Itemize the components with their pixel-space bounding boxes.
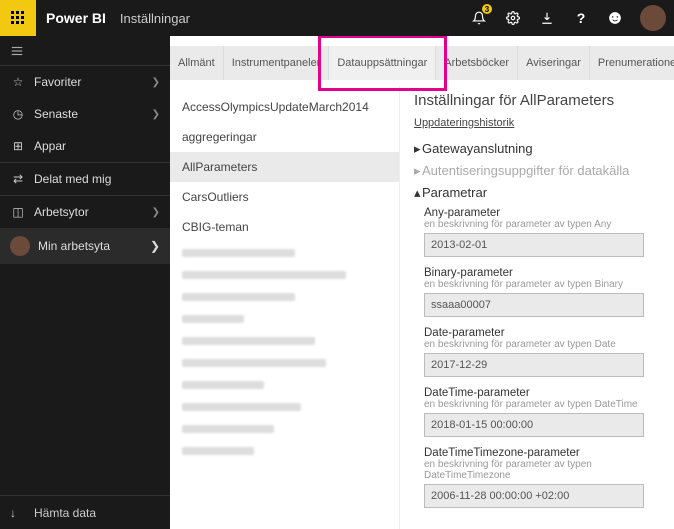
top-bar: Power BI Inställningar 3 ? bbox=[0, 0, 674, 36]
chevron-right-icon: ❯ bbox=[152, 77, 160, 88]
nav-label: Min arbetsyta bbox=[38, 239, 150, 253]
dataset-item-redacted bbox=[170, 374, 399, 396]
chevron-down-icon: ❯ bbox=[150, 239, 160, 253]
tab-datasets[interactable]: Datauppsättningar bbox=[329, 46, 436, 80]
tab-dashboards[interactable]: Instrumentpaneler bbox=[224, 46, 330, 80]
parameter-input[interactable] bbox=[424, 353, 644, 377]
dataset-item-redacted bbox=[170, 330, 399, 352]
nav-label: Senaste bbox=[34, 107, 152, 121]
nav-shared[interactable]: ⇄ Delat med mig bbox=[0, 163, 170, 195]
dataset-item-redacted bbox=[170, 286, 399, 308]
dataset-item[interactable]: AccessOlympicsUpdateMarch2014 bbox=[170, 92, 399, 122]
download-icon: ↓ bbox=[10, 506, 26, 520]
nav-label: Favoriter bbox=[34, 75, 152, 89]
chevron-right-icon: ❯ bbox=[152, 207, 160, 218]
dataset-item-redacted bbox=[170, 308, 399, 330]
dataset-item-redacted bbox=[170, 264, 399, 286]
notification-badge: 3 bbox=[482, 4, 492, 14]
caret-right-icon: ▸ bbox=[414, 141, 422, 157]
dataset-item[interactable]: aggregeringar bbox=[170, 122, 399, 152]
app-launcher[interactable] bbox=[0, 0, 36, 36]
dataset-item-redacted bbox=[170, 242, 399, 264]
workspace-icon: ◫ bbox=[10, 205, 26, 219]
dataset-item-redacted bbox=[170, 396, 399, 418]
tab-general[interactable]: Allmänt bbox=[170, 46, 224, 80]
dataset-item[interactable]: AllParameters bbox=[170, 152, 399, 182]
parameter-input[interactable] bbox=[424, 484, 644, 508]
parameter-row: DateTime-parameter en beskrivning för pa… bbox=[424, 387, 660, 437]
left-nav: ☆ Favoriter ❯ ◷ Senaste ❯ ⊞ Appar ⇄ Dela… bbox=[0, 36, 170, 529]
nav-label: Delat med mig bbox=[34, 172, 160, 186]
parameter-row: Any-parameter en beskrivning för paramet… bbox=[424, 207, 660, 257]
parameter-desc: en beskrivning för parameter av typen An… bbox=[424, 219, 660, 230]
settings-tabs: Allmänt Instrumentpaneler Datauppsättnin… bbox=[170, 46, 674, 80]
nav-favorites[interactable]: ☆ Favoriter ❯ bbox=[0, 66, 170, 98]
tab-workbooks[interactable]: Arbetsböcker bbox=[436, 46, 518, 80]
section-credentials[interactable]: ▸Autentiseringsuppgifter för datakälla bbox=[414, 163, 660, 179]
dataset-item-redacted bbox=[170, 352, 399, 374]
nav-label: Appar bbox=[34, 139, 160, 153]
download-button[interactable] bbox=[530, 0, 564, 36]
apps-icon: ⊞ bbox=[10, 139, 26, 153]
workspace-avatar bbox=[10, 236, 30, 256]
parameter-row: Date-parameter en beskrivning för parame… bbox=[424, 327, 660, 377]
parameter-name: DateTime-parameter bbox=[424, 387, 660, 399]
section-gateway[interactable]: ▸Gatewayanslutning bbox=[414, 141, 660, 157]
dataset-item-redacted bbox=[170, 418, 399, 440]
nav-my-workspace[interactable]: Min arbetsyta ❯ bbox=[0, 228, 170, 264]
dataset-item[interactable]: CarsOutliers bbox=[170, 182, 399, 212]
settings-button[interactable] bbox=[496, 0, 530, 36]
parameter-desc: en beskrivning för parameter av typen Da… bbox=[424, 399, 660, 410]
dataset-item-redacted bbox=[170, 440, 399, 462]
caret-right-icon: ▸ bbox=[414, 163, 422, 179]
parameter-name: DateTimeTimezone-parameter bbox=[424, 447, 660, 459]
refresh-history-link[interactable]: Uppdateringshistorik bbox=[414, 117, 514, 129]
parameter-desc: en beskrivning för parameter av typen Da… bbox=[424, 459, 660, 481]
tab-alerts[interactable]: Aviseringar bbox=[518, 46, 590, 80]
dataset-item[interactable]: CBIG-teman bbox=[170, 212, 399, 242]
nav-get-data[interactable]: ↓ Hämta data bbox=[0, 495, 170, 529]
dataset-detail: Inställningar för AllParameters Uppdater… bbox=[400, 86, 674, 529]
nav-label: Arbetsytor bbox=[34, 205, 152, 219]
help-button[interactable]: ? bbox=[564, 0, 598, 36]
parameter-desc: en beskrivning för parameter av typen Da… bbox=[424, 339, 660, 350]
notifications-button[interactable]: 3 bbox=[462, 0, 496, 36]
dataset-list: AccessOlympicsUpdateMarch2014 aggregerin… bbox=[170, 86, 400, 529]
nav-workspaces[interactable]: ◫ Arbetsytor ❯ bbox=[0, 196, 170, 228]
clock-icon: ◷ bbox=[10, 107, 26, 121]
share-icon: ⇄ bbox=[10, 172, 26, 186]
content-area: Allmänt Instrumentpaneler Datauppsättnin… bbox=[170, 36, 674, 529]
page-title: Inställningar bbox=[116, 11, 190, 26]
parameter-input[interactable] bbox=[424, 413, 644, 437]
chevron-right-icon: ❯ bbox=[152, 109, 160, 120]
parameter-input[interactable] bbox=[424, 233, 644, 257]
tab-subscriptions[interactable]: Prenumerationer bbox=[590, 46, 674, 80]
parameter-input[interactable] bbox=[424, 293, 644, 317]
nav-label: Hämta data bbox=[34, 506, 96, 520]
caret-down-icon: ▴ bbox=[414, 185, 422, 201]
nav-apps[interactable]: ⊞ Appar bbox=[0, 130, 170, 162]
nav-collapse-toggle[interactable] bbox=[0, 36, 170, 66]
parameter-row: Binary-parameter en beskrivning för para… bbox=[424, 267, 660, 317]
feedback-button[interactable] bbox=[598, 0, 632, 36]
parameter-name: Binary-parameter bbox=[424, 267, 660, 279]
parameter-name: Date-parameter bbox=[424, 327, 660, 339]
detail-heading: Inställningar för AllParameters bbox=[414, 92, 660, 109]
nav-recent[interactable]: ◷ Senaste ❯ bbox=[0, 98, 170, 130]
brand-label: Power BI bbox=[36, 10, 116, 26]
parameter-name: Any-parameter bbox=[424, 207, 660, 219]
parameter-row: DateTimeTimezone-parameter en beskrivnin… bbox=[424, 447, 660, 508]
section-parameters[interactable]: ▴Parametrar bbox=[414, 185, 660, 201]
parameter-desc: en beskrivning för parameter av typen Bi… bbox=[424, 279, 660, 290]
star-icon: ☆ bbox=[10, 75, 26, 89]
user-avatar[interactable] bbox=[640, 5, 666, 31]
